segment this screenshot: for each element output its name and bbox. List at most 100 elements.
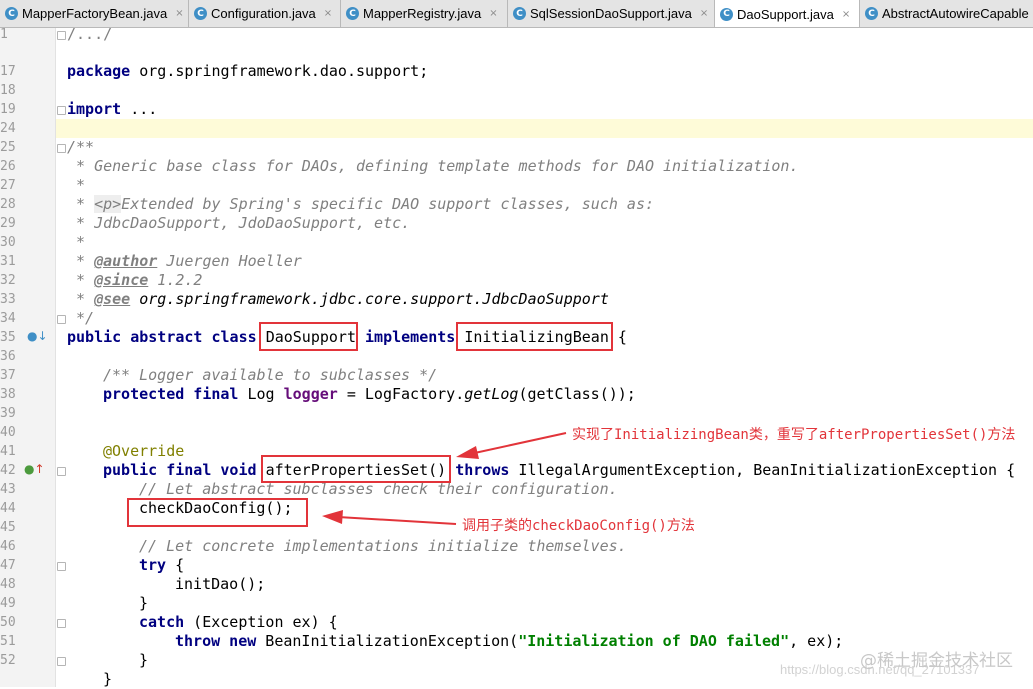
line-number: 27 xyxy=(0,178,16,193)
fold-marker[interactable] xyxy=(57,619,66,628)
folded-header[interactable]: /.../ xyxy=(67,25,112,44)
close-icon[interactable]: × xyxy=(842,9,850,20)
line-number: 24 xyxy=(0,121,16,136)
keyword: implements xyxy=(365,328,456,346)
tab-label: MapperRegistry.java xyxy=(363,6,482,21)
implements-icon[interactable]: ●↓ xyxy=(27,329,48,343)
fold-marker[interactable] xyxy=(57,657,66,666)
annotation-note-2: 调用子类的checkDaoConfig()方法 xyxy=(462,518,695,534)
comment-line: * xyxy=(67,176,86,194)
line-number: 35 xyxy=(0,330,16,345)
javadoc-tag: @author xyxy=(94,252,158,270)
code-line: } xyxy=(139,594,149,612)
line-number: 34 xyxy=(0,311,16,326)
code-text: = LogFactory. xyxy=(337,385,465,403)
code-text: org.springframework.dao.support; xyxy=(130,62,429,80)
arrow-line-1 xyxy=(469,432,567,455)
code-line: } xyxy=(139,651,149,669)
line-number: 29 xyxy=(0,216,16,231)
code-line: import ... xyxy=(67,100,157,119)
comment-line: // Let concrete implementations initiali… xyxy=(139,537,627,555)
tab-sql-session-dao-support[interactable]: C SqlSessionDaoSupport.java × xyxy=(508,0,715,27)
line-number: 52 xyxy=(0,653,16,668)
comment-line: * <p>Extended by Spring's specific DAO s… xyxy=(67,195,654,214)
code-line: try { xyxy=(139,556,184,575)
code-text: (getClass()); xyxy=(518,385,636,403)
javadoc-reference[interactable]: org.springframework.jdbc.core.support.Jd… xyxy=(130,290,609,308)
fold-marker[interactable] xyxy=(57,562,66,571)
close-icon[interactable]: × xyxy=(700,8,708,19)
folded-imports[interactable]: ... xyxy=(121,100,157,118)
keyword: protected final xyxy=(103,385,239,403)
code-text: BeanInitializationException( xyxy=(256,632,519,650)
tab-label: AbstractAutowireCapable xyxy=(882,6,1029,21)
highlight-checkdaoconfig xyxy=(127,498,308,527)
fold-marker[interactable] xyxy=(57,315,66,324)
method-call[interactable]: getLog xyxy=(464,385,518,403)
line-number: 47 xyxy=(0,558,16,573)
class-icon: C xyxy=(720,7,733,21)
tab-mapper-registry[interactable]: C MapperRegistry.java × xyxy=(341,0,508,27)
code-line: } xyxy=(103,670,113,688)
code-line: protected final Log logger = LogFactory.… xyxy=(103,385,636,404)
method-call[interactable]: initDao(); xyxy=(175,575,265,594)
string-literal: "Initialization of DAO failed" xyxy=(518,632,790,650)
arrowhead-2 xyxy=(322,510,343,524)
line-number: 28 xyxy=(0,197,16,212)
close-icon[interactable]: × xyxy=(324,8,332,19)
line-number: 17 xyxy=(0,64,16,79)
fold-marker[interactable] xyxy=(57,467,66,476)
keyword: catch xyxy=(139,613,185,631)
comment-line: * @since 1.2.2 xyxy=(67,271,202,290)
field-logger[interactable]: logger xyxy=(284,385,338,403)
fold-marker[interactable] xyxy=(57,31,66,40)
override-icon[interactable]: ●↑ xyxy=(24,462,45,476)
line-number: 50 xyxy=(0,615,16,630)
tab-abstract-autowire-capable[interactable]: C AbstractAutowireCapable xyxy=(860,0,1033,27)
arrow-line-2 xyxy=(337,516,457,525)
line-number: 1 xyxy=(0,27,8,42)
tab-configuration[interactable]: C Configuration.java × xyxy=(189,0,341,27)
comment-line: /** xyxy=(67,138,95,156)
keyword: public final void xyxy=(103,461,257,479)
tab-dao-support[interactable]: C DaoSupport.java × xyxy=(715,0,860,27)
current-line-highlight xyxy=(56,119,1033,138)
close-icon[interactable]: × xyxy=(489,8,497,19)
fold-marker[interactable] xyxy=(57,106,66,115)
line-number: 48 xyxy=(0,577,16,592)
code-text: , ex); xyxy=(789,632,844,650)
keyword: public abstract class xyxy=(67,328,257,346)
override-annotation: @Override xyxy=(103,442,185,460)
comment-text: * xyxy=(67,271,95,289)
keyword: throw new xyxy=(175,632,257,650)
tab-label: MapperFactoryBean.java xyxy=(22,6,168,21)
code-text: { xyxy=(166,556,185,574)
comment-text: * xyxy=(67,195,95,213)
line-number: 32 xyxy=(0,273,16,288)
class-icon: C xyxy=(513,7,526,20)
code-text: IllegalArgumentException, BeanInitializa… xyxy=(509,461,1016,479)
line-number: 37 xyxy=(0,368,16,383)
comment-line: * Generic base class for DAOs, defining … xyxy=(67,157,799,175)
keyword: try xyxy=(139,556,167,574)
comment-text: 1.2.2 xyxy=(148,271,203,289)
close-icon[interactable]: × xyxy=(175,8,183,19)
class-icon: C xyxy=(346,7,359,20)
highlight-afterpropertiesset xyxy=(261,455,451,483)
highlight-daosupport xyxy=(259,322,358,351)
comment-text: * xyxy=(67,290,95,308)
comment-line: * @author Juergen Hoeller xyxy=(67,252,302,271)
tab-mapper-factory-bean[interactable]: C MapperFactoryBean.java × xyxy=(0,0,189,27)
keyword: package xyxy=(67,62,131,80)
comment-line: * JdbcDaoSupport, JdoDaoSupport, etc. xyxy=(67,214,411,232)
editor-tab-bar: C MapperFactoryBean.java × C Configurati… xyxy=(0,0,1033,28)
tab-label: DaoSupport.java xyxy=(737,6,834,22)
highlight-initializingbean xyxy=(456,322,613,351)
fold-marker[interactable] xyxy=(57,144,66,153)
line-number: 49 xyxy=(0,596,16,611)
line-number: 19 xyxy=(0,102,16,117)
method-declaration: public final void afterPropertiesSet() t… xyxy=(103,461,1015,480)
line-number: 33 xyxy=(0,292,16,307)
line-number: 42 xyxy=(0,463,16,478)
arrowhead-1 xyxy=(456,446,479,459)
